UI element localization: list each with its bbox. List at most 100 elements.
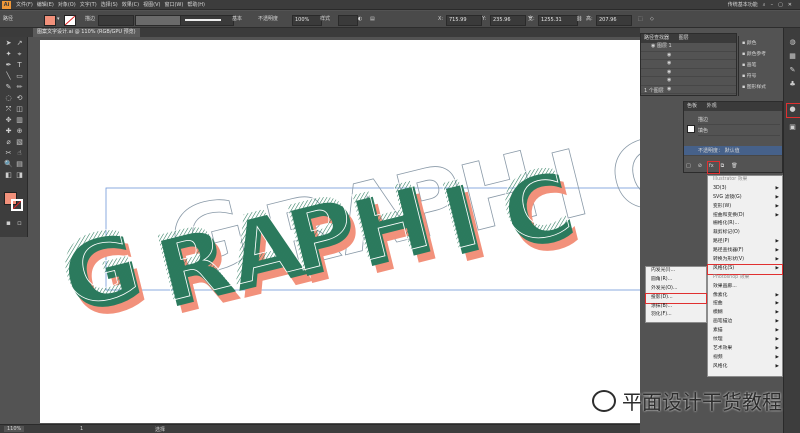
menu-item[interactable]: 对象(O): [58, 0, 76, 10]
line-tool-icon[interactable]: ╲: [4, 72, 13, 81]
slice-tool-icon[interactable]: ◨: [15, 171, 24, 180]
width-field[interactable]: 1255.31: [538, 15, 578, 26]
effect-menu-item[interactable]: 视频 ▶: [708, 354, 782, 363]
graphic-style-picker[interactable]: [338, 15, 358, 26]
menu-item[interactable]: 选择(S): [101, 0, 118, 10]
dock-item[interactable]: ▪ 图形样式: [742, 82, 766, 93]
chevron-down-icon[interactable]: ▾: [57, 15, 60, 24]
workspace-switcher[interactable]: 传统基本功能: [728, 0, 758, 10]
hand-tool-icon[interactable]: ☝: [15, 149, 24, 158]
chart-tool-icon[interactable]: ▤: [15, 160, 24, 169]
align-icon[interactable]: ▤: [370, 15, 375, 24]
effect-menu-item[interactable]: 路径(P) ▶: [708, 238, 782, 247]
eye-icon[interactable]: ◉: [667, 86, 671, 92]
fill-color-swatch[interactable]: [44, 15, 56, 26]
effect-menu-item[interactable]: 风格化 ▶: [708, 363, 782, 372]
duplicate-icon[interactable]: ⧉: [721, 162, 725, 171]
mesh-tool-icon[interactable]: ✚: [4, 127, 13, 136]
minimize-button[interactable]: –: [771, 0, 774, 10]
screen-mode-icon[interactable]: ▫: [15, 219, 24, 228]
opacity-field[interactable]: 100%: [292, 15, 322, 26]
variable-width-profile[interactable]: [135, 15, 181, 26]
width-tool-icon[interactable]: ◫: [15, 105, 24, 114]
blend-tool-icon[interactable]: ▧: [15, 138, 24, 147]
eye-icon[interactable]: ◉: [667, 77, 671, 83]
scale-tool-icon[interactable]: ⤧: [4, 105, 13, 114]
tab-layers[interactable]: 图层: [679, 35, 689, 41]
paintbrush-icon[interactable]: ✎: [4, 83, 13, 92]
brush-definition[interactable]: [180, 15, 234, 26]
dock-item[interactable]: ▪ 符号: [742, 71, 756, 82]
recolor-icon[interactable]: ◐: [358, 15, 362, 24]
blob-brush-icon[interactable]: ◌: [4, 94, 13, 103]
layer-row[interactable]: ◉ 图层 1: [641, 43, 736, 52]
isolate-icon[interactable]: ◇: [650, 15, 654, 24]
pen-tool-icon[interactable]: ✒: [4, 61, 13, 70]
artboard-number[interactable]: 1: [80, 426, 83, 432]
layer-row[interactable]: ◉: [641, 77, 736, 86]
effect-menu-item[interactable]: 栅格化(R)...: [708, 220, 782, 229]
stylize-menu-item[interactable]: 圆角(R)...: [646, 276, 706, 285]
eye-icon[interactable]: ◉: [667, 69, 671, 75]
color-panel-icon[interactable]: ◍: [788, 38, 797, 47]
effect-menu-item[interactable]: 风格化(S) ▶: [707, 263, 783, 275]
effect-menu-item[interactable]: 艺术效果 ▶: [708, 345, 782, 354]
effect-menu-item[interactable]: 路径查找器(F) ▶: [708, 247, 782, 256]
effect-menu-item[interactable]: 裁剪标记(O): [708, 229, 782, 238]
selection-tool-icon[interactable]: ➤: [4, 39, 13, 48]
zoom-field[interactable]: 110%: [4, 426, 25, 432]
menu-item[interactable]: 视图(V): [143, 0, 160, 10]
type-tool-icon[interactable]: T: [15, 61, 24, 70]
magic-wand-icon[interactable]: ✦: [4, 50, 13, 59]
document-tab[interactable]: 图案文字设计.ai @ 110% (RGB/GPU 预览): [33, 28, 140, 37]
stroke-color-swatch[interactable]: [64, 15, 76, 26]
menu-item[interactable]: 帮助(H): [187, 0, 205, 10]
stroke-indicator[interactable]: [11, 199, 23, 211]
dock-item[interactable]: ▪ 颜色参考: [742, 49, 766, 60]
stroke-weight-field[interactable]: [98, 15, 134, 26]
effect-menu-item[interactable]: 纹理 ▶: [708, 336, 782, 345]
pencil-icon[interactable]: ✏: [15, 83, 24, 92]
tab-appearance[interactable]: 外观: [707, 103, 717, 109]
delete-icon[interactable]: 🗑: [731, 162, 737, 171]
layer-row[interactable]: ◉: [641, 69, 736, 77]
effect-menu-item[interactable]: 效果画廊...: [708, 283, 782, 292]
color-guide-icon[interactable]: ▦: [788, 52, 797, 61]
effect-menu-item[interactable]: 扭曲和变换(D) ▶: [708, 212, 782, 221]
effect-menu-item[interactable]: 扭曲 ▶: [708, 300, 782, 309]
symbol-panel-icon[interactable]: ♣: [788, 80, 797, 89]
gradient-tool-icon[interactable]: ⊕: [15, 127, 24, 136]
stylize-menu-item[interactable]: 涂抹(B)...: [646, 303, 706, 312]
eyedropper-icon[interactable]: ⌀: [4, 138, 13, 147]
status-tool[interactable]: 选择: [155, 426, 165, 433]
layer-row[interactable]: ◉: [641, 60, 736, 69]
rotate-tool-icon[interactable]: ⟲: [15, 94, 24, 103]
maximize-button[interactable]: ▢: [778, 0, 783, 10]
fill-stroke-indicator[interactable]: [4, 192, 24, 212]
brush-panel-icon[interactable]: ✎: [788, 66, 797, 75]
shape-builder-icon[interactable]: ▥: [15, 116, 24, 125]
close-button[interactable]: ✕: [788, 0, 792, 10]
effect-menu-item[interactable]: 模糊 ▶: [708, 309, 782, 318]
graphic-styles-icon[interactable]: ▣: [788, 123, 797, 132]
draw-normal-icon[interactable]: ▪: [4, 219, 13, 228]
height-field[interactable]: 207.96: [596, 15, 632, 26]
effect-menu-item[interactable]: 3D(3) ▶: [708, 185, 782, 194]
eye-icon[interactable]: ◉: [667, 60, 671, 66]
effect-menu-item[interactable]: 像素化 ▶: [708, 292, 782, 301]
stylize-menu-item[interactable]: 内发光(I)...: [646, 267, 706, 276]
lasso-icon[interactable]: ⌖: [15, 50, 24, 59]
menu-item[interactable]: 文字(T): [80, 0, 97, 10]
free-transform-icon[interactable]: ✥: [4, 116, 13, 125]
tab-swatches[interactable]: 色板: [687, 103, 697, 109]
y-field[interactable]: 235.96: [490, 15, 526, 26]
x-field[interactable]: 715.99: [446, 15, 482, 26]
search-icon[interactable]: ⌕: [763, 0, 766, 10]
menu-item[interactable]: 效果(C): [122, 0, 139, 10]
effect-menu-item[interactable]: SVG 滤镜(G) ▶: [708, 194, 782, 203]
eye-icon[interactable]: ◉: [667, 52, 671, 58]
scissors-icon[interactable]: ✂: [4, 149, 13, 158]
stylize-menu-item[interactable]: 投影(D)...: [645, 292, 707, 304]
effect-menu-item[interactable]: 画笔描边 ▶: [708, 318, 782, 327]
effect-menu-item[interactable]: 素描 ▶: [708, 327, 782, 336]
